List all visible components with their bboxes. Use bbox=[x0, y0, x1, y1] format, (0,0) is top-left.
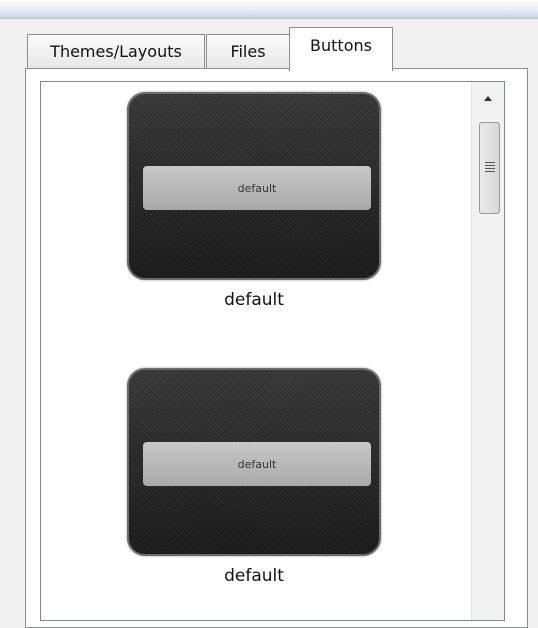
tab-label: Themes/Layouts bbox=[50, 42, 182, 61]
item-caption: default bbox=[224, 566, 284, 586]
tab-themes-layouts[interactable]: Themes/Layouts bbox=[27, 34, 205, 68]
grip-icon bbox=[485, 162, 495, 174]
buttons-list[interactable]: default default default default bbox=[40, 81, 505, 621]
scrollbar-thumb[interactable] bbox=[479, 122, 500, 214]
list-item[interactable]: default default bbox=[127, 368, 381, 586]
preview-button: default bbox=[143, 166, 371, 210]
vertical-scrollbar[interactable] bbox=[471, 82, 504, 620]
item-caption: default bbox=[224, 290, 284, 310]
list-item[interactable]: default default bbox=[127, 92, 381, 310]
button-style-preview[interactable]: default bbox=[127, 92, 381, 280]
tab-files[interactable]: Files bbox=[206, 34, 290, 68]
preview-button-label: default bbox=[237, 181, 277, 195]
tab-label: Files bbox=[230, 42, 266, 61]
preview-button: default bbox=[143, 442, 371, 486]
preview-button-label: default bbox=[237, 457, 277, 471]
scroll-up-arrow-icon[interactable] bbox=[479, 88, 497, 108]
window-top-edge bbox=[0, 0, 538, 19]
button-style-preview[interactable]: default bbox=[127, 368, 381, 556]
tab-buttons[interactable]: Buttons bbox=[289, 27, 393, 71]
tab-label: Buttons bbox=[310, 36, 372, 55]
